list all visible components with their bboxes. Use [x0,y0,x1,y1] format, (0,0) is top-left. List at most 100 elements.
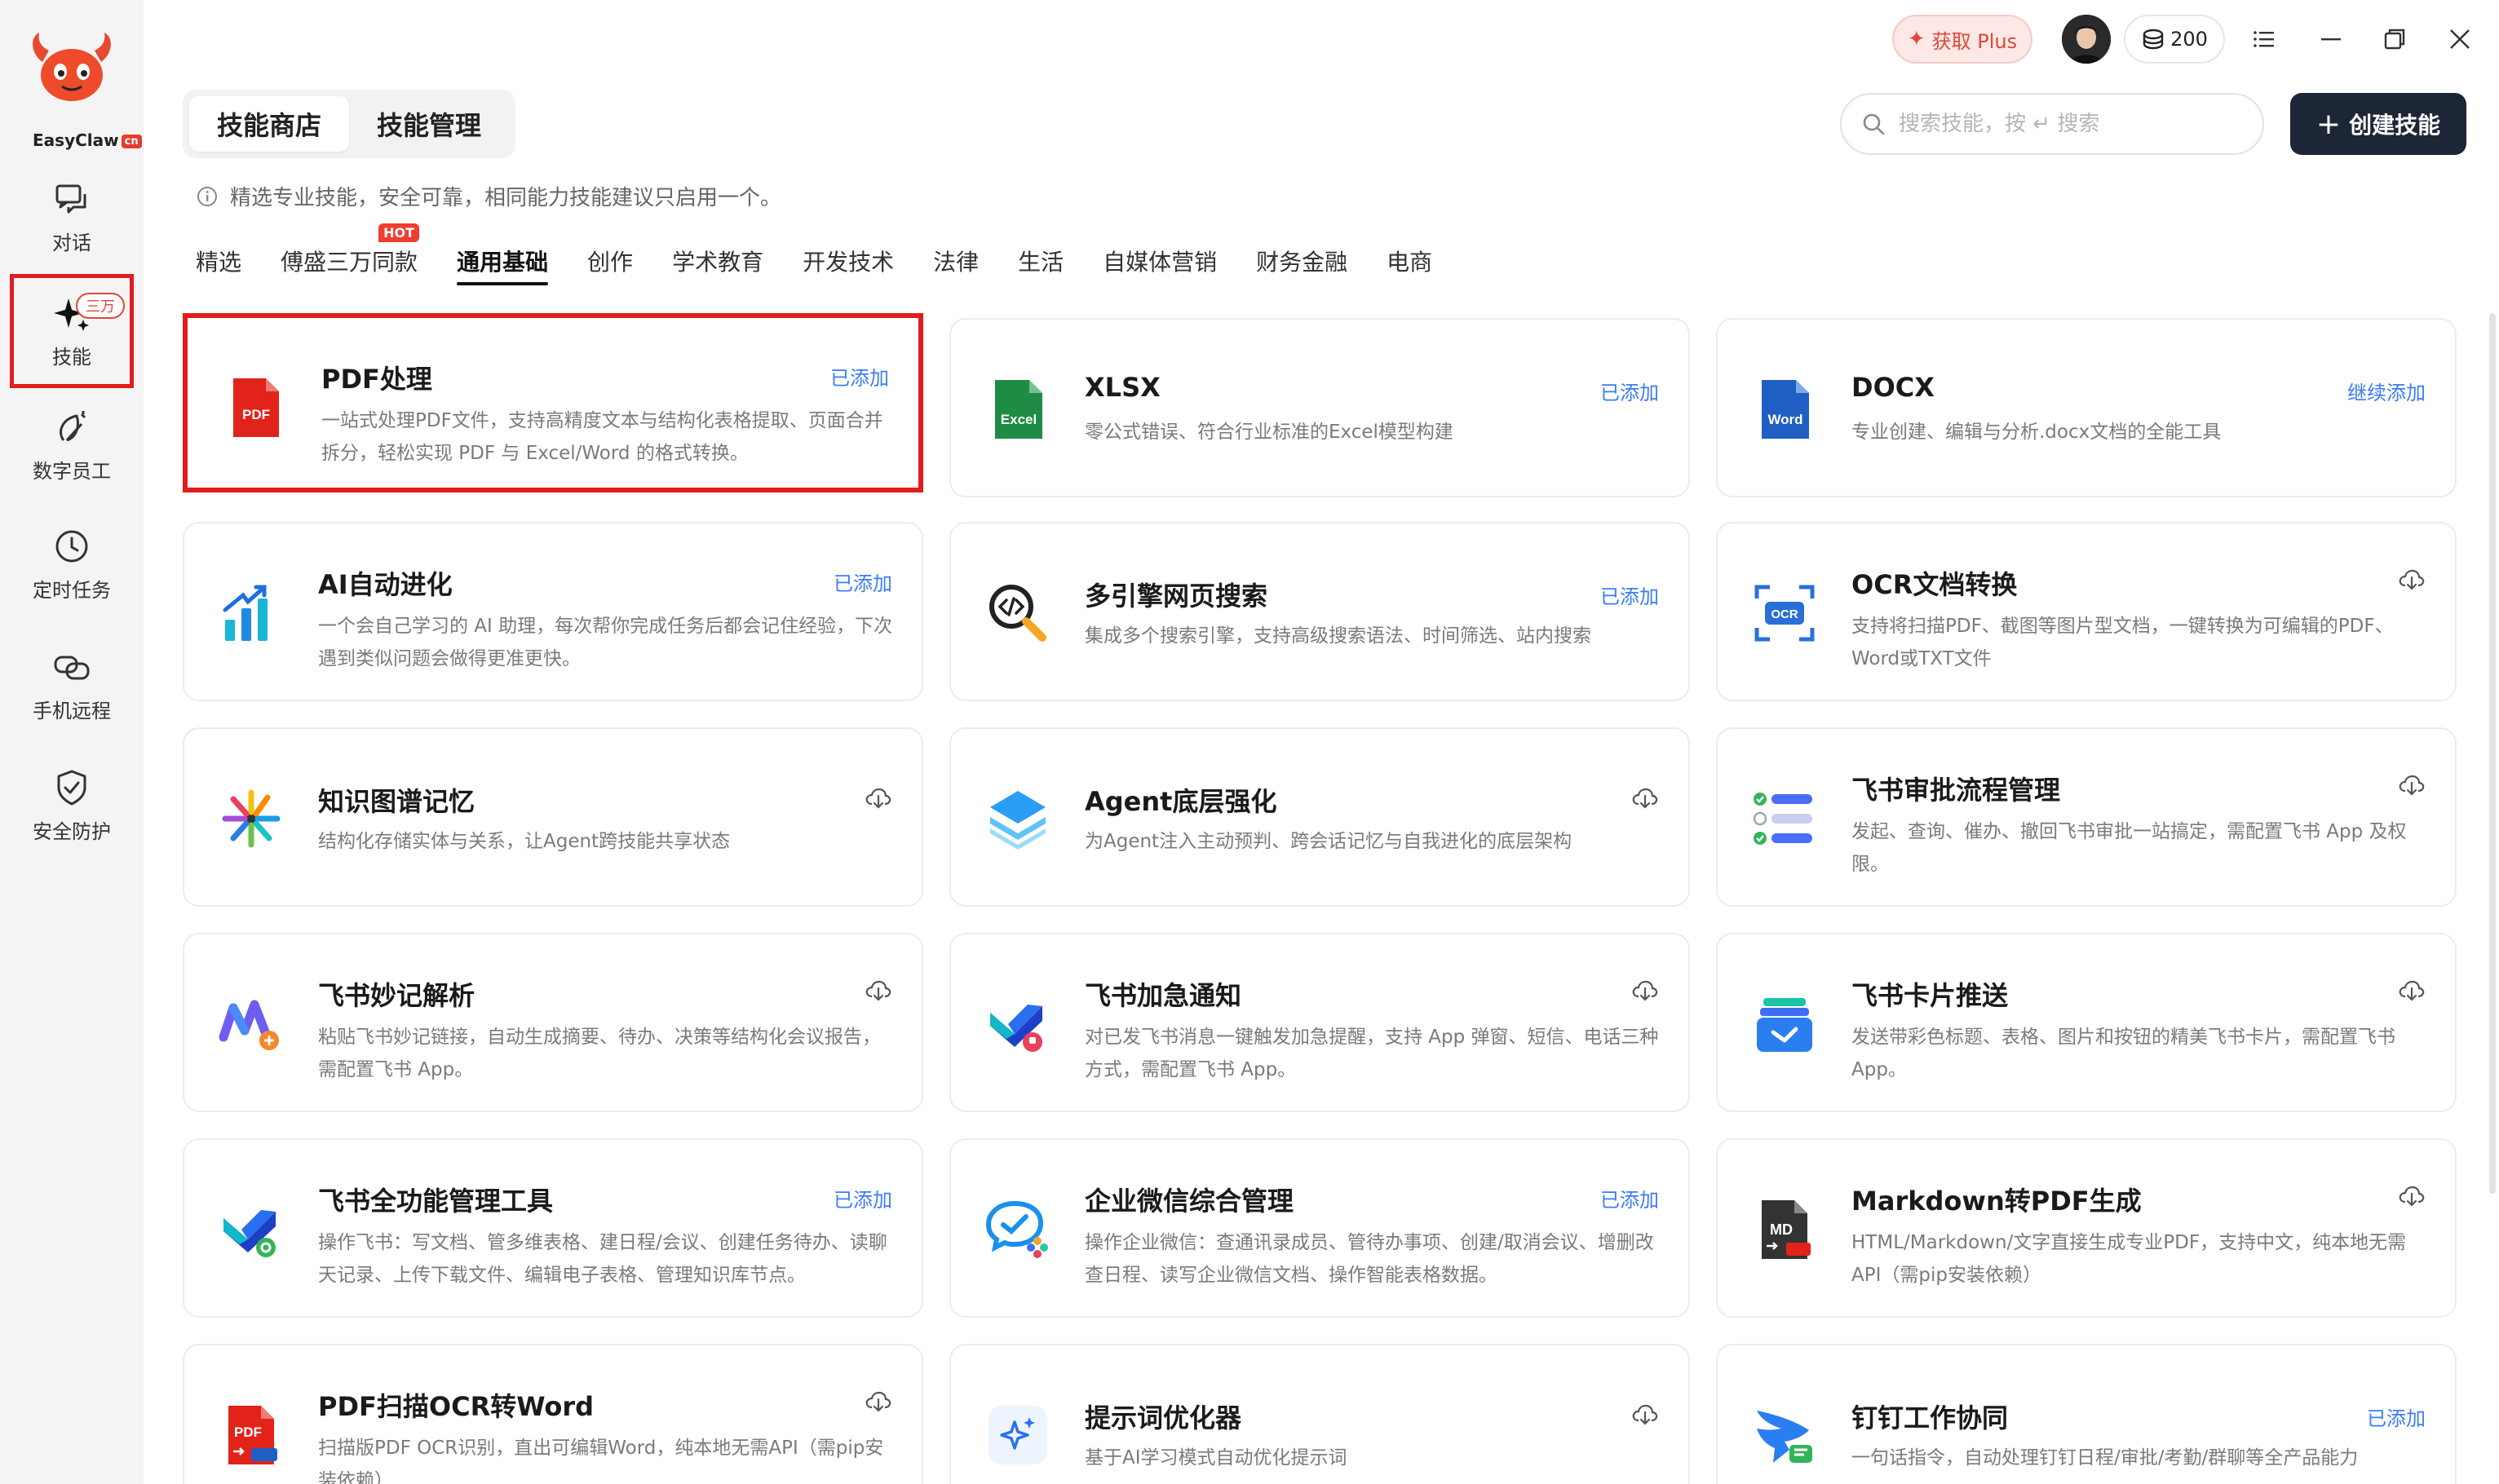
close-button[interactable] [2439,18,2481,60]
sidebar-item-scheduled-tasks[interactable]: 定时任务 [10,507,134,621]
sidebar-item-phone-remote[interactable]: 手机远程 [10,628,134,742]
skill-card-xlsx[interactable]: Excel XLSX 零公式错误、符合行业标准的Excel模型构建 已添加 [949,318,1690,497]
category-label: 自媒体营销 [1103,249,1218,276]
notice-text: 精选专业技能，安全可靠，相同能力技能建议只启用一个。 [230,186,782,210]
skill-title: 飞书卡片推送 [1851,980,2009,1011]
skill-title: OCR文档转换 [1851,569,2018,600]
search-icon [1863,113,1885,135]
category-label: 通用基础 [457,249,549,276]
skill-title: 飞书审批流程管理 [1851,775,2061,806]
minimize-button[interactable] [2310,18,2352,60]
download-cloud-icon[interactable] [865,1388,892,1416]
download-cloud-icon[interactable] [1631,784,1659,812]
skill-card-pdf-ocr-word[interactable]: PDF PDF扫描OCR转Word 扫描版PDF OCR识别，直出可编辑Word… [183,1344,923,1484]
download-cloud-icon[interactable] [2398,771,2426,799]
get-plus-button[interactable]: ✦ 获取 Plus [1892,15,2032,64]
skill-title: AI自动进化 [318,569,453,600]
app-logo[interactable]: EasyClaw cn [15,29,142,150]
sidebar-item-skills[interactable]: 三万 技能 [10,274,134,388]
skill-card-feishu-approval[interactable]: 飞书审批流程管理 发起、查询、催办、撤回飞书审批一站搞定，需配置飞书 App 及… [1716,727,2457,907]
category-media[interactable]: 自媒体营销 [1103,241,1217,280]
download-cloud-icon[interactable] [865,977,892,1005]
category-label: 财务金融 [1256,249,1348,276]
sidebar-item-label: 定时任务 [33,578,111,602]
skill-card-markdown-pdf[interactable]: MD Markdown转PDF生成 HTML/Markdown/文字直接生成专业… [1716,1138,2457,1318]
skill-title: 多引擎网页搜索 [1085,581,1268,612]
download-cloud-icon[interactable] [2398,977,2426,1005]
skill-desc: 粘贴飞书妙记链接，自动生成摘要、待办、决策等结构化会议报告，需配置飞书 App。 [318,1027,881,1080]
added-status-button[interactable]: 已添加 [834,1184,892,1212]
info-icon [197,186,217,206]
added-status-button[interactable]: 已添加 [834,568,892,596]
added-status-button[interactable]: 已添加 [1600,1184,1659,1212]
coin-balance[interactable]: 200 [2124,15,2225,64]
continue-add-button[interactable]: 继续添加 [2347,377,2426,405]
sidebar-item-chat[interactable]: 对话 [10,160,134,274]
code-search-icon [982,577,1054,649]
category-creation[interactable]: 创作 [587,241,633,280]
skill-desc: 一个会自己学习的 AI 助理，每次帮你完成任务后都会记住经验，下次遇到类似问题会… [318,616,893,669]
download-cloud-icon[interactable] [1631,1401,1659,1429]
skill-card-ai-evolve[interactable]: AI自动进化 一个会自己学习的 AI 助理，每次帮你完成任务后都会记住经验，下次… [183,522,923,701]
added-status-button[interactable]: 已添加 [1600,377,1659,405]
category-featured[interactable]: 精选 [196,241,241,280]
download-cloud-icon[interactable] [865,784,892,812]
skill-card-prompt-optimizer[interactable]: 提示词优化器 基于AI学习模式自动优化提示词 [949,1344,1690,1484]
skill-desc: 零公式错误、符合行业标准的Excel模型构建 [1085,422,1453,443]
added-status-button[interactable]: 已添加 [830,362,889,391]
category-label: 电商 [1387,249,1433,276]
skill-card-feishu-tools[interactable]: 飞书全功能管理工具 操作飞书：写文档、管多维表格、建日程/会议、创建任务待办、读… [183,1138,923,1318]
download-cloud-icon[interactable] [2398,1182,2426,1210]
skill-card-multi-search[interactable]: 多引擎网页搜索 集成多个搜索引擎，支持高级搜索语法、时间筛选、站内搜索 已添加 [949,522,1690,701]
scrollbar[interactable] [2489,313,2496,1194]
create-skill-button[interactable]: + 创建技能 [2290,93,2466,155]
added-status-button[interactable]: 已添加 [2367,1402,2426,1431]
category-finance[interactable]: 财务金融 [1256,241,1347,280]
skill-desc: 结构化存储实体与关系，让Agent跨技能共享状态 [318,831,731,852]
category-dev[interactable]: 开发技术 [803,241,894,280]
category-label: 生活 [1018,249,1064,276]
skill-title: 企业微信综合管理 [1085,1186,1294,1217]
category-life[interactable]: 生活 [1018,241,1064,280]
category-general[interactable]: 通用基础 [457,241,549,285]
added-status-button[interactable]: 已添加 [1600,581,1659,609]
category-fusheng[interactable]: 傅盛三万同款 HOT [281,223,420,280]
tab-skill-store[interactable]: 技能商店 [189,96,349,152]
ocr-icon: OCR [1749,577,1820,649]
search-input[interactable] [1899,112,2241,136]
menu-button[interactable] [2243,18,2285,60]
download-cloud-icon[interactable] [1631,977,1659,1005]
sidebar: EasyClaw cn 对话 三万 技能 数字员工 定时任务 手机远程 安全防护 [0,0,144,1484]
skill-title: PDF处理 [321,364,432,395]
skill-card-feishu-card[interactable]: 飞书卡片推送 发送带彩色标题、表格、图片和按钮的精美飞书卡片，需配置飞书 App… [1716,933,2457,1112]
prompt-sparkle-icon [982,1399,1054,1471]
category-academic[interactable]: 学术教育 [672,241,763,280]
skill-card-ocr[interactable]: OCR OCR文档转换 支持将扫描PDF、截图等图片型文档，一键转换为可编辑的P… [1716,522,2457,701]
close-icon [2450,29,2470,49]
tab-skill-management[interactable]: 技能管理 [349,96,509,152]
category-label: 学术教育 [672,249,764,276]
search-box[interactable] [1840,93,2264,155]
skill-card-knowledge-graph[interactable]: 知识图谱记忆 结构化存储实体与关系，让Agent跨技能共享状态 [183,727,923,907]
skill-card-wecom[interactable]: 企业微信综合管理 操作企业微信：查通讯录成员、管待办事项、创建/取消会议、增删改… [949,1138,1690,1318]
skill-desc: 对已发飞书消息一键触发加急提醒，支持 App 弹窗、短信、电话三种方式，需配置飞… [1085,1027,1659,1080]
category-ecommerce[interactable]: 电商 [1387,241,1432,280]
restore-button[interactable] [2373,18,2416,60]
markdown-pdf-icon: MD [1749,1194,1820,1265]
sidebar-item-digital-worker[interactable]: 数字员工 [10,388,134,502]
skill-desc: 扫描版PDF OCR识别，直出可编辑Word，纯本地无需API（需pip安装依赖… [318,1438,884,1484]
feishu-minutes-icon [215,988,287,1060]
skill-card-dingtalk[interactable]: 钉钉工作协同 一句话指令，自动处理钉钉日程/审批/考勤/群聊等全产品能力 已添加 [1716,1344,2457,1484]
skill-title: PDF扫描OCR转Word [318,1391,595,1422]
skill-title: 飞书妙记解析 [318,980,475,1011]
avatar[interactable] [2062,15,2111,64]
skill-card-feishu-urgent[interactable]: 飞书加急通知 对已发飞书消息一键触发加急提醒，支持 App 弹窗、短信、电话三种… [949,933,1690,1112]
skill-card-agent-enhance[interactable]: Agent底层强化 为Agent注入主动预判、跨会话记忆与自我进化的底层架构 [949,727,1690,907]
category-law[interactable]: 法律 [933,241,979,280]
skill-card-pdf[interactable]: PDF PDF处理 一站式处理PDF文件，支持高精度文本与结构化表格提取、页面合… [183,313,923,492]
download-cloud-icon[interactable] [2398,566,2426,594]
skill-card-docx[interactable]: Word DOCX 专业创建、编辑与分析.docx文档的全能工具 继续添加 [1716,318,2457,497]
sidebar-item-label: 手机远程 [33,699,111,722]
skill-card-feishu-minutes[interactable]: 飞书妙记解析 粘贴飞书妙记链接，自动生成摘要、待办、决策等结构化会议报告，需配置… [183,933,923,1112]
sidebar-item-security[interactable]: 安全防护 [10,749,134,863]
